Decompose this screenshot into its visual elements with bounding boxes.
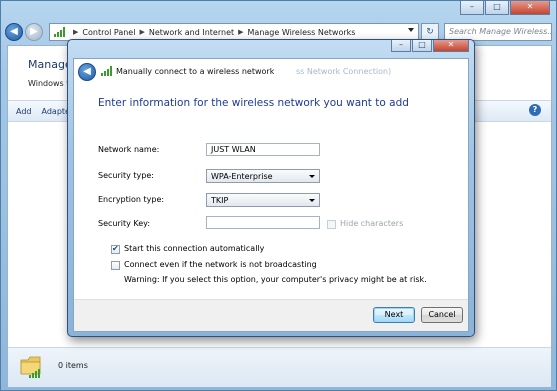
close-button[interactable]: ✕ [510,1,550,15]
status-bar: 0 items [8,347,551,387]
start-automatically-checkbox[interactable] [111,244,120,254]
page-title: Manage [28,58,72,71]
wireless-network-icon [101,66,112,76]
item-count: 0 items [58,361,88,370]
help-icon[interactable]: ? [529,104,541,116]
breadcrumb-manage-wireless[interactable]: Manage Wireless Networks [248,28,356,37]
address-dropdown-icon[interactable] [408,28,414,32]
security-type-value: WPA-Enterprise [211,172,273,181]
folder-network-icon [20,356,41,378]
breadcrumb-network-internet[interactable]: Network and Internet [149,28,234,37]
forward-button[interactable]: ▶ [25,23,43,41]
connect-hidden-checkbox[interactable] [111,261,120,270]
back-button[interactable]: ◀ [5,23,23,41]
encryption-type-select[interactable]: TKIP [206,193,320,207]
network-name-label: Network name: [98,145,160,154]
dialog-maximize-button[interactable]: □ [412,40,432,52]
chevron-down-icon [309,199,315,202]
adapter-properties-button[interactable]: Adapte [42,107,70,116]
next-button[interactable]: Next [373,307,415,323]
start-automatically-label: Start this connection automatically [124,244,265,253]
connect-hidden-label: Connect even if the network is not broad… [124,260,317,269]
dialog-title: Manually connect to a wireless network [116,67,275,76]
security-type-label: Security type: [98,171,154,180]
dialog-back-button[interactable]: ◀ [78,63,96,81]
dialog-minimize-button[interactable]: – [391,40,411,52]
encryption-type-label: Encryption type: [98,195,165,204]
dialog-footer: Next Cancel [74,299,468,331]
network-name-field[interactable]: JUST WLAN [206,143,320,156]
dialog-window-controls: – □ ✕ [391,40,469,52]
background-window-title: ss Network Connection) [296,67,392,76]
breadcrumb-separator-icon: ▶ [73,28,79,36]
network-signal-icon [54,27,65,37]
hide-characters-label: Hide characters [340,219,404,228]
dialog-header: ◀ Manually connect to a wireless network… [74,59,468,85]
maximize-button[interactable]: □ [485,1,509,15]
privacy-warning-text: Warning: If you select this option, your… [124,275,427,284]
chevron-down-icon [309,175,315,178]
explorer-window-controls: – □ ✕ [460,1,550,15]
security-type-select[interactable]: WPA-Enterprise [206,169,320,183]
add-button[interactable]: Add [16,107,32,116]
manual-connect-dialog: – □ ✕ ◀ Manually connect to a wireless n… [67,39,475,337]
encryption-type-value: TKIP [211,196,229,205]
hide-characters-checkbox[interactable] [327,220,336,229]
page-description: Windows tr [28,79,73,88]
dialog-heading: Enter information for the wireless netwo… [98,97,409,109]
minimize-button[interactable]: – [460,1,484,15]
dialog-close-button[interactable]: ✕ [433,40,469,52]
breadcrumb-control-panel[interactable]: Control Panel [82,28,135,37]
breadcrumb-separator-icon: ▶ [139,28,145,36]
dialog-body: ◀ Manually connect to a wireless network… [73,58,469,332]
cancel-button[interactable]: Cancel [421,307,463,323]
breadcrumb-separator-icon: ▶ [238,28,244,36]
security-key-label: Security Key: [98,219,151,228]
security-key-field[interactable] [206,216,320,229]
